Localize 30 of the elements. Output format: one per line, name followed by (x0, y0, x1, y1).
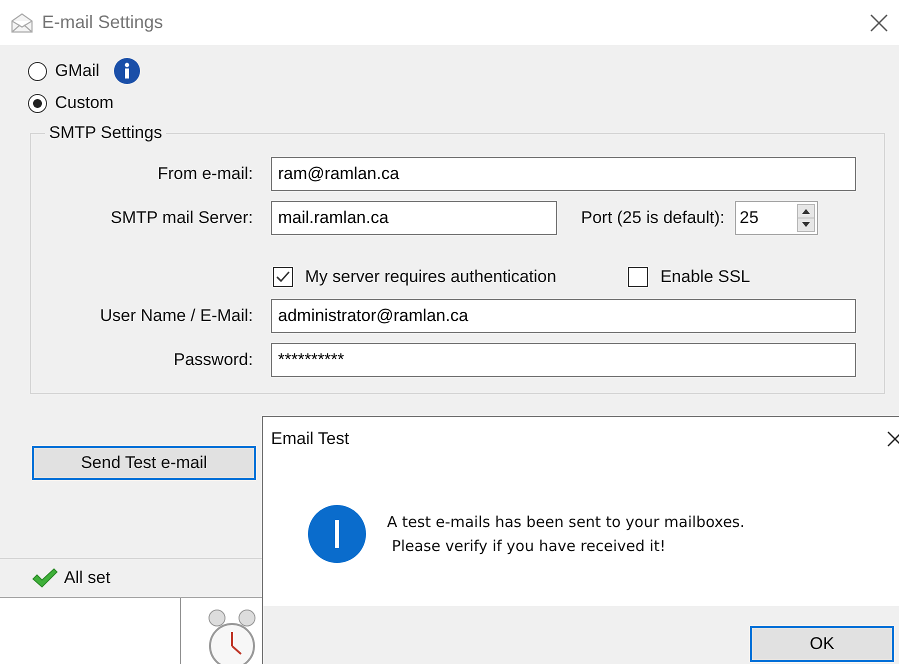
close-icon[interactable] (887, 431, 899, 447)
window-title: E-mail Settings (42, 12, 164, 33)
checkmark-icon (275, 269, 291, 285)
spinner-arrows-icon[interactable] (796, 204, 815, 232)
provider-radio[interactable]: Custom (28, 93, 114, 113)
password-field[interactable]: ********** (271, 343, 856, 377)
provider-radio[interactable]: GMail (28, 61, 100, 81)
field-label: SMTP mail Server: (110, 208, 253, 228)
checkmark-icon (32, 568, 58, 588)
ok-button[interactable]: OK (750, 626, 894, 662)
field-label: From e-mail: (156, 164, 253, 184)
field-label: User Name / E-Mail: (98, 306, 253, 326)
group-title: SMTP Settings (48, 123, 164, 143)
field-label: Password: (172, 350, 253, 370)
ssl-checkbox[interactable]: Enable SSL (628, 267, 750, 287)
from-email-field[interactable]: ram@ramlan.ca (271, 157, 856, 191)
smtp-server-field[interactable]: mail.ramlan.ca (271, 201, 557, 235)
envelope-icon (10, 12, 34, 32)
port-spinner[interactable]: 25 (734, 201, 818, 235)
status-text: All set (64, 568, 110, 588)
dialog-message: Please verify if you have received it! (390, 536, 667, 554)
info-icon (307, 504, 367, 564)
info-icon[interactable] (113, 57, 142, 85)
username-field[interactable]: administrator@ramlan.ca (271, 299, 856, 333)
dialog-title: Email Test (271, 429, 350, 449)
dialog-message: A test e-mails has been sent to your mailboxes. (387, 512, 745, 530)
field-label: Port (25 is default): (581, 208, 725, 228)
authentication-checkbox[interactable]: My server requires authentication (273, 267, 556, 287)
send-test-button[interactable]: Send Test e-mail (32, 446, 256, 480)
close-icon[interactable] (869, 12, 889, 32)
